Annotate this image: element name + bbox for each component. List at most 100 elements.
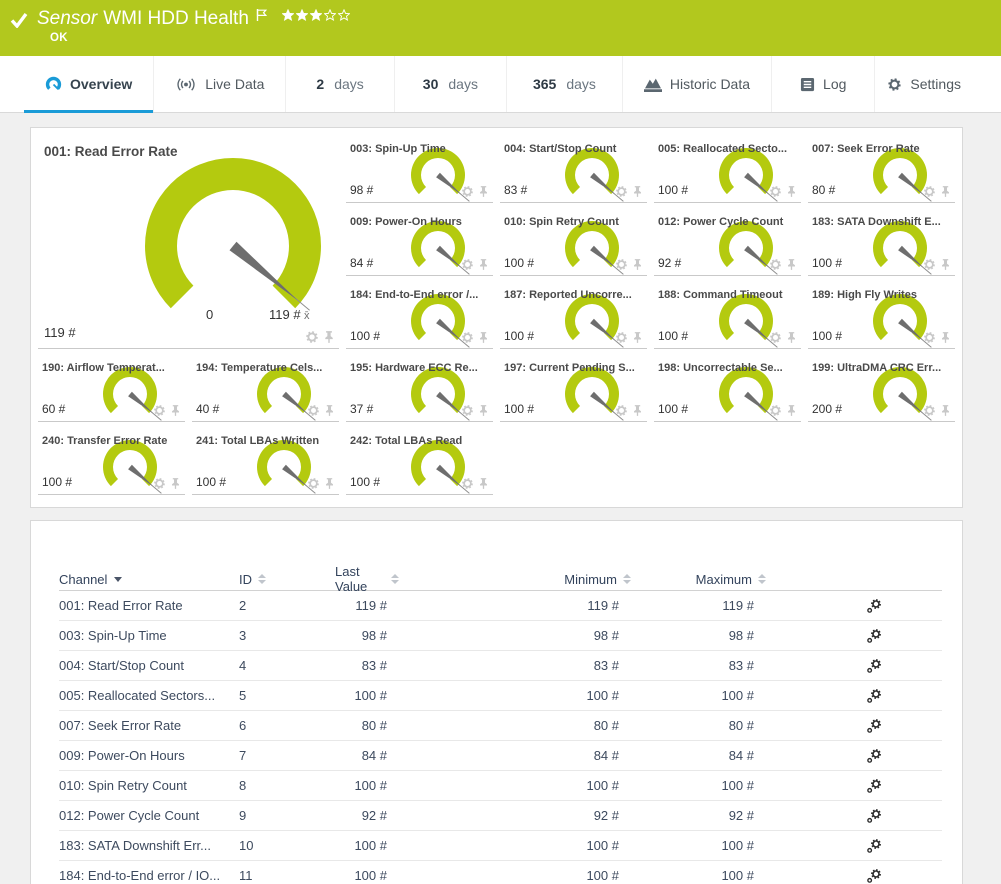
table-row[interactable]: 005: Reallocated Sectors... 5 100 # 100 …: [59, 681, 942, 711]
pin-icon[interactable]: [785, 331, 798, 344]
tab-2-days[interactable]: 2days: [285, 56, 393, 112]
pin-icon[interactable]: [785, 258, 798, 271]
cell-channel[interactable]: 010: Spin Retry Count: [59, 778, 239, 793]
cell-channel[interactable]: 004: Start/Stop Count: [59, 658, 239, 673]
pin-icon[interactable]: [939, 185, 952, 198]
rating-stars[interactable]: [282, 9, 350, 21]
pin-icon[interactable]: [631, 258, 644, 271]
pin-icon[interactable]: [477, 404, 490, 417]
column-header-last-value[interactable]: Last Value: [335, 564, 399, 594]
column-header-maximum[interactable]: Maximum: [631, 572, 766, 587]
star-filled-icon[interactable]: [296, 9, 308, 21]
pin-icon[interactable]: [477, 331, 490, 344]
tab-log[interactable]: Log: [771, 56, 874, 112]
gauge-tile: 240: Transfer Error Rate 100 #: [38, 430, 185, 495]
cell-channel[interactable]: 003: Spin-Up Time: [59, 628, 239, 643]
gear-icon[interactable]: [461, 331, 474, 344]
pin-icon[interactable]: [477, 477, 490, 490]
channel-title: 003: Spin-Up Time: [346, 138, 493, 155]
tab-overview[interactable]: Overview: [24, 56, 153, 112]
gear-icon[interactable]: [461, 404, 474, 417]
column-header-minimum[interactable]: Minimum: [399, 572, 631, 587]
star-empty-icon[interactable]: [324, 9, 336, 21]
pin-icon[interactable]: [323, 477, 336, 490]
cell-channel[interactable]: 009: Power-On Hours: [59, 748, 239, 763]
channel-value: 100 #: [504, 329, 534, 343]
cell-channel[interactable]: 007: Seek Error Rate: [59, 718, 239, 733]
pin-icon[interactable]: [631, 331, 644, 344]
pin-icon[interactable]: [169, 404, 182, 417]
pin-icon[interactable]: [785, 185, 798, 198]
cell-channel[interactable]: 001: Read Error Rate: [59, 598, 239, 613]
pin-icon[interactable]: [939, 258, 952, 271]
gear-icon[interactable]: [461, 477, 474, 490]
pin-icon[interactable]: [939, 331, 952, 344]
channel-value: 37 #: [350, 402, 373, 416]
tab-label: Settings: [910, 76, 961, 92]
table-row[interactable]: 003: Spin-Up Time 3 98 # 98 # 98 #: [59, 621, 942, 651]
star-filled-icon[interactable]: [310, 9, 322, 21]
gear-icon[interactable]: [461, 258, 474, 271]
gear-icon[interactable]: [307, 404, 320, 417]
gear-icon[interactable]: [305, 330, 319, 344]
channel-settings-icon[interactable]: [866, 748, 882, 764]
gear-icon[interactable]: [615, 258, 628, 271]
flag-icon[interactable]: [256, 8, 268, 22]
star-empty-icon[interactable]: [338, 9, 350, 21]
tab-live-data[interactable]: Live Data: [153, 56, 285, 112]
gear-icon[interactable]: [923, 331, 936, 344]
channel-title: 242: Total LBAs Read: [346, 430, 493, 447]
channel-settings-icon[interactable]: [866, 808, 882, 824]
gear-icon[interactable]: [923, 404, 936, 417]
gear-icon[interactable]: [769, 404, 782, 417]
pin-icon[interactable]: [322, 330, 336, 344]
cell-channel[interactable]: 183: SATA Downshift Err...: [59, 838, 239, 853]
tab-settings[interactable]: Settings: [874, 56, 973, 112]
gear-icon[interactable]: [769, 331, 782, 344]
table-row[interactable]: 001: Read Error Rate 2 119 # 119 # 119 #: [59, 591, 942, 621]
table-row[interactable]: 010: Spin Retry Count 8 100 # 100 # 100 …: [59, 771, 942, 801]
cell-channel[interactable]: 012: Power Cycle Count: [59, 808, 239, 823]
gear-icon[interactable]: [615, 185, 628, 198]
pin-icon[interactable]: [323, 404, 336, 417]
gear-icon[interactable]: [923, 185, 936, 198]
gear-icon[interactable]: [769, 185, 782, 198]
channel-settings-icon[interactable]: [866, 778, 882, 794]
cell-channel[interactable]: 005: Reallocated Sectors...: [59, 688, 239, 703]
pin-icon[interactable]: [169, 477, 182, 490]
pin-icon[interactable]: [477, 185, 490, 198]
column-header-id[interactable]: ID: [239, 572, 335, 587]
pin-icon[interactable]: [477, 258, 490, 271]
gear-icon[interactable]: [615, 404, 628, 417]
tab-365-days[interactable]: 365days: [506, 56, 622, 112]
gear-icon[interactable]: [153, 404, 166, 417]
column-header-channel[interactable]: Channel: [59, 572, 239, 587]
pin-icon[interactable]: [631, 185, 644, 198]
channel-settings-icon[interactable]: [866, 718, 882, 734]
star-filled-icon[interactable]: [282, 9, 294, 21]
channel-settings-icon[interactable]: [866, 658, 882, 674]
table-row[interactable]: 183: SATA Downshift Err... 10 100 # 100 …: [59, 831, 942, 861]
tab-30-days[interactable]: 30days: [394, 56, 506, 112]
gear-icon[interactable]: [461, 185, 474, 198]
pin-icon[interactable]: [631, 404, 644, 417]
channel-settings-icon[interactable]: [866, 838, 882, 854]
gear-icon[interactable]: [307, 477, 320, 490]
table-row[interactable]: 004: Start/Stop Count 4 83 # 83 # 83 #: [59, 651, 942, 681]
table-row[interactable]: 007: Seek Error Rate 6 80 # 80 # 80 #: [59, 711, 942, 741]
gear-icon[interactable]: [153, 477, 166, 490]
table-row[interactable]: 009: Power-On Hours 7 84 # 84 # 84 #: [59, 741, 942, 771]
tab-historic-data[interactable]: Historic Data: [622, 56, 771, 112]
gear-icon[interactable]: [615, 331, 628, 344]
channel-settings-icon[interactable]: [866, 598, 882, 614]
channel-settings-icon[interactable]: [866, 688, 882, 704]
gear-icon[interactable]: [923, 258, 936, 271]
table-row[interactable]: 184: End-to-End error / IO... 11 100 # 1…: [59, 861, 942, 884]
pin-icon[interactable]: [939, 404, 952, 417]
table-row[interactable]: 012: Power Cycle Count 9 92 # 92 # 92 #: [59, 801, 942, 831]
cell-channel[interactable]: 184: End-to-End error / IO...: [59, 868, 239, 883]
channel-settings-icon[interactable]: [866, 628, 882, 644]
pin-icon[interactable]: [785, 404, 798, 417]
channel-settings-icon[interactable]: [866, 868, 882, 884]
gear-icon[interactable]: [769, 258, 782, 271]
